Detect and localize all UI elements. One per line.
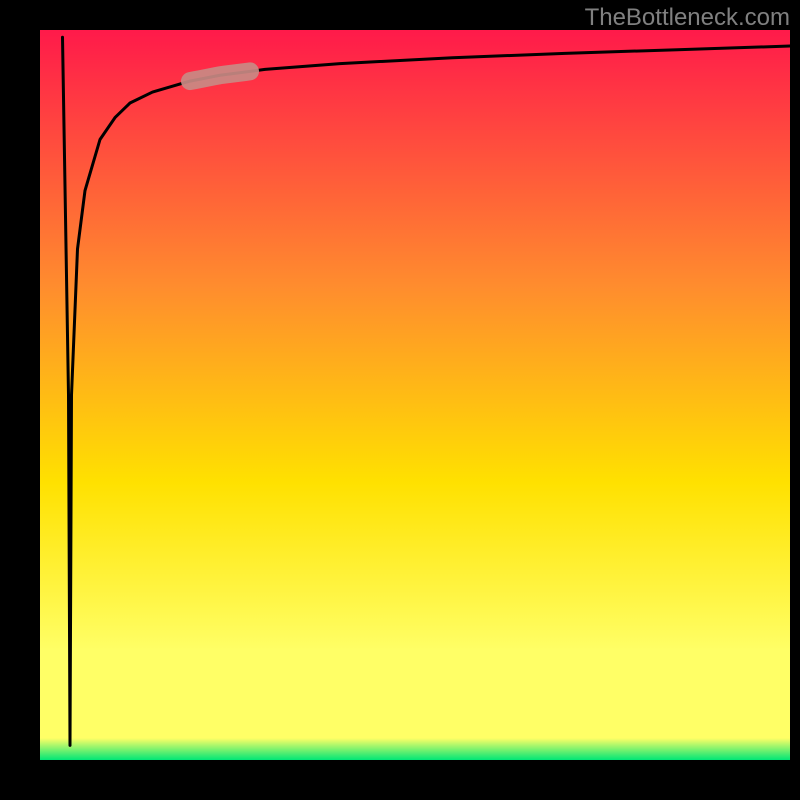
highlight-segment	[190, 71, 250, 81]
attribution-label: TheBottleneck.com	[585, 4, 790, 32]
plot-area	[40, 30, 790, 760]
chart-container: TheBottleneck.com	[0, 0, 800, 800]
bottleneck-chart	[0, 0, 800, 800]
